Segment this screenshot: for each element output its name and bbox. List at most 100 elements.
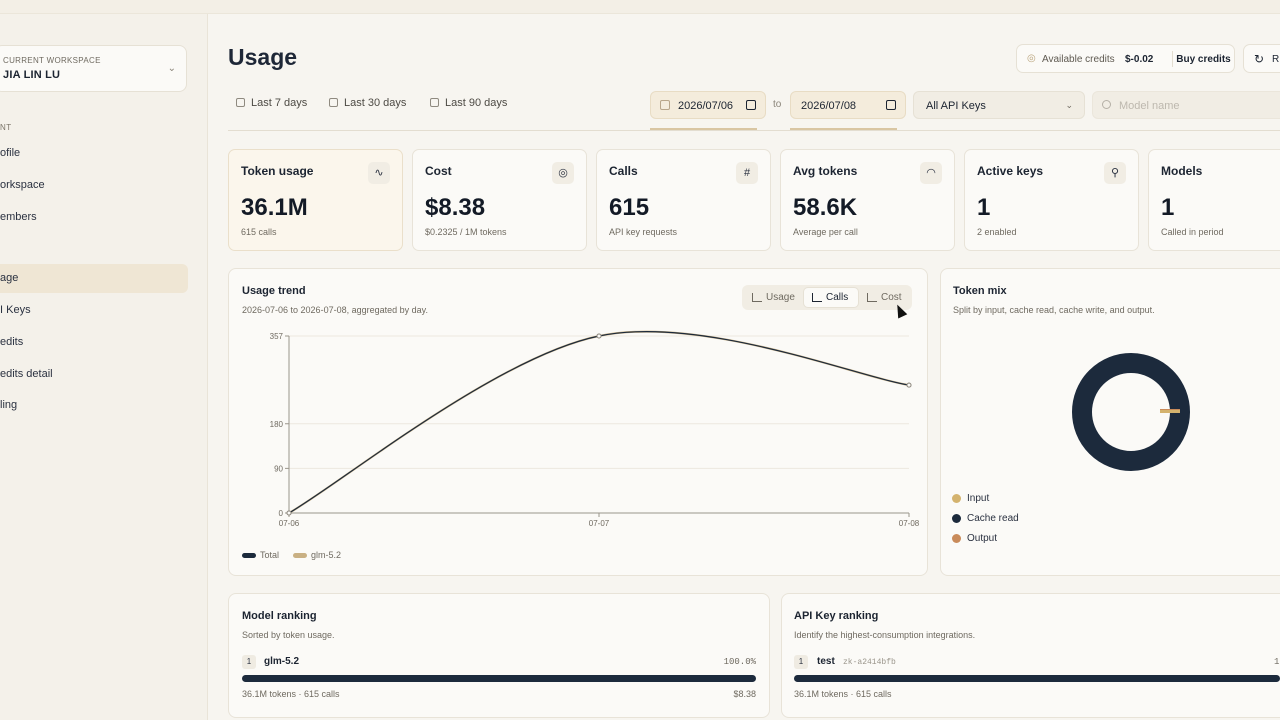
activity-icon: ∿ <box>368 162 390 184</box>
stat-value: 615 <box>609 194 650 221</box>
key-icon: ⚲ <box>1104 162 1126 184</box>
refresh-button[interactable]: ↻ R <box>1243 44 1280 73</box>
usage-trend-title: Usage trend <box>242 285 306 297</box>
data-point <box>596 333 602 339</box>
model-meta: 36.1M tokens · 615 calls <box>242 689 340 699</box>
api-key-id: zk-a2414bfb <box>843 658 896 667</box>
stat-card-cost: Cost ◎ $8.38 $0.2325 / 1M tokens <box>412 149 587 251</box>
stat-value: $8.38 <box>425 194 486 221</box>
stat-card-avg-tokens: Avg tokens ◠ 58.6K Average per call <box>780 149 955 251</box>
y-tick-label: 90 <box>274 464 283 473</box>
api-key-share-bar <box>794 675 1280 682</box>
sidebar-item-api-keys[interactable]: I Keys <box>0 296 188 325</box>
calendar-picker-icon[interactable] <box>746 100 756 110</box>
stat-sub: Average per call <box>793 227 858 237</box>
model-name-input[interactable] <box>1119 97 1279 115</box>
hash-icon: # <box>736 162 758 184</box>
stat-value: 1 <box>977 194 991 221</box>
stat-label: Models <box>1161 164 1203 178</box>
tab-usage[interactable]: Usage <box>744 288 801 307</box>
stat-sub: Called in period <box>1161 227 1224 237</box>
coins-icon: ◎ <box>552 162 574 184</box>
trend-metric-toggle: Usage Calls Cost <box>742 285 912 310</box>
legend-dot-input <box>952 494 961 503</box>
legend-dot-cache-read <box>952 514 961 523</box>
token-mix-donut <box>1072 353 1190 471</box>
stat-sub: $0.2325 / 1M tokens <box>425 227 507 237</box>
sidebar-item-workspace[interactable]: orkspace <box>0 171 188 200</box>
api-key-share-percent: 1 <box>1274 657 1280 667</box>
rank-number: 1 <box>794 655 808 669</box>
refresh-label: R <box>1272 54 1280 65</box>
tab-label: Usage <box>766 292 795 303</box>
stat-label: Active keys <box>977 164 1044 178</box>
legend-swatch-glm <box>293 553 307 558</box>
credits-label: Available credits <box>1042 54 1115 65</box>
stat-sub: 2 enabled <box>977 227 1017 237</box>
tab-calls[interactable]: Calls <box>804 288 858 307</box>
sidebar-item-members[interactable]: embers <box>0 203 188 232</box>
y-tick-label: 0 <box>279 509 284 518</box>
stat-label: Calls <box>609 164 638 178</box>
stat-sub: 615 calls <box>241 227 277 237</box>
gauge-icon: ◠ <box>920 162 942 184</box>
y-tick-label: 357 <box>270 332 284 341</box>
range-last-7-days[interactable]: Last 7 days <box>236 97 307 113</box>
workspace-switcher[interactable]: CURRENT WORKSPACE JIA LIN LU ⌄ <box>0 45 187 92</box>
api-key-select-value: All API Keys <box>926 100 986 112</box>
credits-value: $-0.02 <box>1125 54 1154 65</box>
stat-label: Avg tokens <box>793 164 858 178</box>
date-to-input[interactable]: 2026/07/08 <box>790 91 906 119</box>
credits-box: ◎ Available credits $-0.02 Buy credits <box>1016 44 1235 73</box>
usage-trend-subtitle: 2026-07-06 to 2026-07-08, aggregated by … <box>242 305 428 315</box>
y-tick-label: 180 <box>270 420 284 429</box>
model-ranking-title: Model ranking <box>242 610 317 622</box>
series-line-total <box>288 331 910 514</box>
model-share-bar <box>242 675 756 682</box>
api-key-select[interactable]: All API Keys ⌄ <box>913 91 1085 119</box>
stat-value: 36.1M <box>241 194 308 221</box>
stat-sub: API key requests <box>609 227 678 237</box>
range-last-30-days[interactable]: Last 30 days <box>329 97 406 113</box>
model-ranking-subtitle: Sorted by token usage. <box>242 630 335 640</box>
data-point <box>286 510 292 516</box>
sidebar-item-usage[interactable]: age <box>0 264 188 293</box>
filters-divider <box>228 130 1280 131</box>
bar-chart-icon <box>812 293 822 302</box>
model-cost: $8.38 <box>733 689 756 699</box>
bar-chart-icon <box>867 293 877 302</box>
stat-label: Cost <box>425 164 452 178</box>
workspace-name: JIA LIN LU <box>3 69 61 81</box>
range-last-90-days[interactable]: Last 90 days <box>430 97 507 113</box>
model-name: glm-5.2 <box>264 656 300 667</box>
calendar-picker-icon[interactable] <box>886 100 896 110</box>
sidebar-item-billing[interactable]: ling <box>0 391 188 420</box>
series-line-glm-5-2 <box>288 330 910 514</box>
model-share-percent: 100.0% <box>723 657 756 667</box>
date-to-value: 2026/07/08 <box>801 100 857 112</box>
sidebar-item-credits[interactable]: edits <box>0 328 188 357</box>
api-key-ranking-title: API Key ranking <box>794 610 879 622</box>
tab-label: Calls <box>826 292 849 303</box>
range-label: Last 30 days <box>344 97 407 109</box>
date-from-input[interactable]: 2026/07/06 <box>650 91 766 119</box>
stat-card-calls: Calls # 615 API key requests <box>596 149 771 251</box>
x-tick-label: 07-07 <box>589 519 610 528</box>
legend-label-input: Input <box>967 493 990 504</box>
sidebar-item-profile[interactable]: ofile <box>0 139 188 168</box>
sidebar-item-credits-detail[interactable]: edits detail <box>0 360 188 389</box>
range-label: Last 90 days <box>445 97 508 109</box>
token-mix-subtitle: Split by input, cache read, cache write,… <box>953 305 1155 315</box>
legend-label-cache-read: Cache read <box>967 513 1019 524</box>
model-search[interactable] <box>1092 91 1280 119</box>
calendar-icon <box>660 100 670 110</box>
search-icon <box>1102 100 1111 109</box>
tab-label: Cost <box>881 292 902 303</box>
buy-credits-button[interactable]: Buy credits <box>1172 54 1235 65</box>
stat-card-active-keys: Active keys ⚲ 1 2 enabled <box>964 149 1139 251</box>
usage-trend-chart: 0 90 180 357 07-06 07-07 07-08 <box>270 330 920 528</box>
api-key-name: test <box>817 656 835 667</box>
calendar-icon <box>430 98 439 107</box>
chevron-down-icon: ⌄ <box>167 63 176 74</box>
to-label: to <box>773 99 782 110</box>
